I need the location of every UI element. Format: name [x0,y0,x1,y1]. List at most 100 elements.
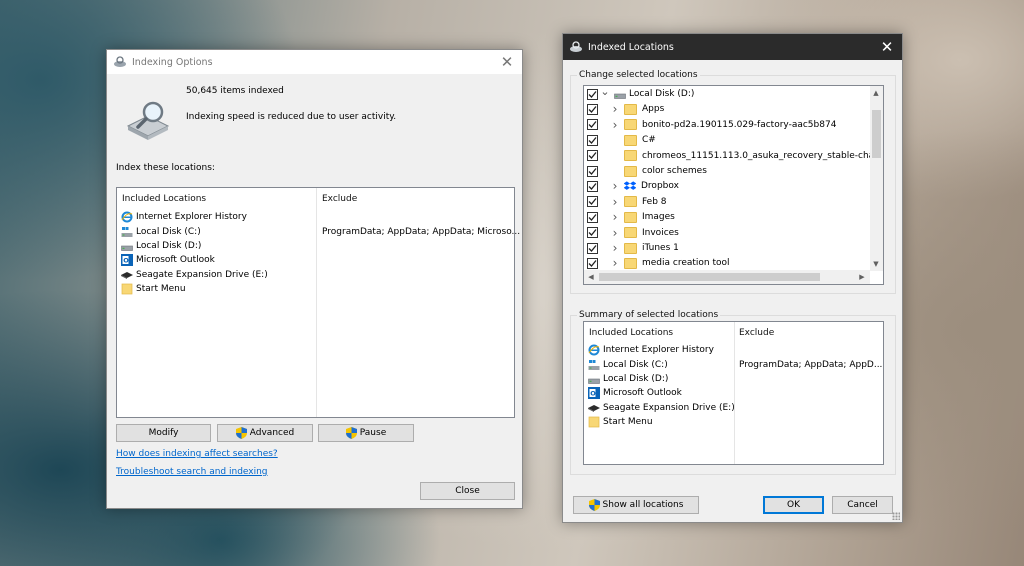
summary-list[interactable]: Included Locations Exclude Internet Expl… [583,321,884,465]
tree-checkbox[interactable] [587,150,598,162]
location-row[interactable]: Local Disk (D:) [121,239,511,253]
tree-item[interactable]: › Invoices [587,226,867,240]
scroll-thumb[interactable] [599,273,820,281]
chevron-right-icon[interactable]: › [610,195,620,209]
included-locations-list[interactable]: Included Locations Exclude Internet Expl… [116,187,520,418]
scroll-thumb[interactable] [872,110,881,158]
tree-item[interactable]: › Feb 8 [587,195,867,209]
location-name: Microsoft Outlook [136,255,215,265]
tree-vertical-scrollbar[interactable]: ▲ ▼ [870,86,883,271]
chevron-right-icon[interactable]: › [610,118,620,132]
location-name: Seagate Expansion Drive (E:) [603,403,735,413]
summary-row[interactable]: Start Menu [588,415,882,429]
tree-checkbox[interactable] [587,103,598,115]
indexing-options-titlebar[interactable]: Indexing Options ✕ [107,50,522,74]
location-row[interactable]: Internet Explorer History [121,210,511,224]
scroll-left-arrow[interactable]: ◀ [585,271,597,283]
folder-icon [624,119,637,131]
indexing-affect-searches-link[interactable]: How does indexing affect searches? [116,449,278,459]
cancel-button[interactable]: Cancel [832,496,893,514]
show-all-locations-button[interactable]: Show all locations [573,496,699,514]
col-header-included[interactable]: Included Locations [122,194,206,204]
resize-grip[interactable] [892,512,900,520]
tree-item-label: C# [642,135,656,146]
location-name: Local Disk (C:) [136,227,201,237]
indexing-status-text: Indexing speed is reduced due to user ac… [186,112,397,122]
chevron-right-icon[interactable]: › [610,226,620,240]
tree-checkbox[interactable] [587,242,598,254]
chevron-right-icon[interactable]: › [610,256,620,270]
col-header-included[interactable]: Included Locations [589,328,673,338]
scroll-up-arrow[interactable]: ▲ [870,87,882,99]
tree-item[interactable]: › bonito-pd2a.190115.029-factory-aac5b874 [587,118,867,132]
summary-row[interactable]: Internet Explorer History [588,343,882,357]
close-window-button[interactable]: ✕ [492,50,522,74]
tree-item[interactable]: ⌄ Local Disk (D:) [587,86,867,101]
tree-item[interactable]: › iTunes 1 [587,241,867,255]
location-row[interactable]: Start Menu [121,282,511,296]
tree-checkbox[interactable] [587,257,598,269]
tree-item[interactable]: › Images [587,210,867,224]
tree-item-label: media creation tool [642,258,730,269]
location-row[interactable]: Seagate Expansion Drive (E:) [121,268,511,282]
summary-row[interactable]: Local Disk (D:) [588,372,882,386]
index-locations-label: Index these locations: [116,163,215,173]
tree-item[interactable]: › Dropbox [587,179,867,193]
pause-button-label: Pause [359,428,387,438]
chevron-right-icon[interactable]: › [610,102,620,116]
chevron-right-icon[interactable]: › [610,241,620,255]
ok-button[interactable]: OK [763,496,824,514]
tree-item[interactable]: › Apps [587,102,867,116]
tree-checkbox[interactable] [587,119,598,131]
tree-item-label: Invoices [642,227,679,238]
show-all-locations-label: Show all locations [602,500,684,510]
troubleshoot-link[interactable]: Troubleshoot search and indexing [116,467,268,477]
chevron-right-icon[interactable]: › [610,179,620,193]
scroll-right-arrow[interactable]: ▶ [856,271,868,283]
drive-icon [614,88,626,100]
folder-tree[interactable]: ⌄ Local Disk (D:) › Apps › bonito-pd2a.190115… [583,85,884,285]
tree-checkbox[interactable] [587,165,598,177]
close-button-label: Close [455,486,480,496]
tree-checkbox[interactable] [587,180,598,192]
tree-item[interactable]: › media creation tool [587,256,867,270]
tree-checkbox[interactable] [587,227,598,239]
summary-row[interactable]: Local Disk (C:) ProgramData; AppData; Ap… [588,358,882,372]
summary-row[interactable]: Seagate Expansion Drive (E:) [588,401,882,415]
tree-item-label: Dropbox [641,181,679,192]
tree-checkbox[interactable] [587,211,598,223]
folder-icon [624,211,637,223]
tree-checkbox[interactable] [587,134,598,146]
folder-icon [624,196,637,208]
tree-item[interactable]: C# [587,133,867,147]
close-window-button[interactable]: ✕ [872,34,902,60]
window-title: Indexing Options [132,56,213,68]
dropbox-icon [624,180,636,192]
advanced-button[interactable]: Advanced [217,424,313,442]
outlook-icon: O [121,254,133,266]
tree-item[interactable]: color schemes [587,164,867,178]
svg-text:O: O [123,257,129,265]
close-button[interactable]: Close [420,482,515,500]
pause-button[interactable]: Pause [318,424,414,442]
summary-row[interactable]: O Microsoft Outlook [588,386,882,400]
folder-icon [624,257,637,269]
chevron-down-icon[interactable]: ⌄ [600,86,610,98]
drive-icon [121,240,133,252]
location-row[interactable]: O Microsoft Outlook [121,253,511,267]
cancel-button-label: Cancel [847,500,878,510]
tree-item[interactable]: chromeos_11151.113.0_asuka_recovery_stab… [587,149,883,163]
tree-checkbox[interactable] [587,88,598,100]
ie-icon [588,344,600,356]
col-header-exclude[interactable]: Exclude [322,194,357,204]
tree-checkbox[interactable] [587,196,598,208]
modify-button[interactable]: Modify [116,424,211,442]
chevron-right-icon[interactable]: › [610,210,620,224]
scroll-down-arrow[interactable]: ▼ [870,258,882,270]
tree-horizontal-scrollbar[interactable]: ◀ ▶ [584,270,870,284]
col-header-exclude[interactable]: Exclude [739,328,774,338]
drive-icon [588,373,600,385]
indexed-locations-titlebar[interactable]: Indexed Locations ✕ [563,34,902,60]
shield-icon [588,499,600,511]
location-row[interactable]: Local Disk (C:) ProgramData; AppData; Ap… [121,225,520,239]
